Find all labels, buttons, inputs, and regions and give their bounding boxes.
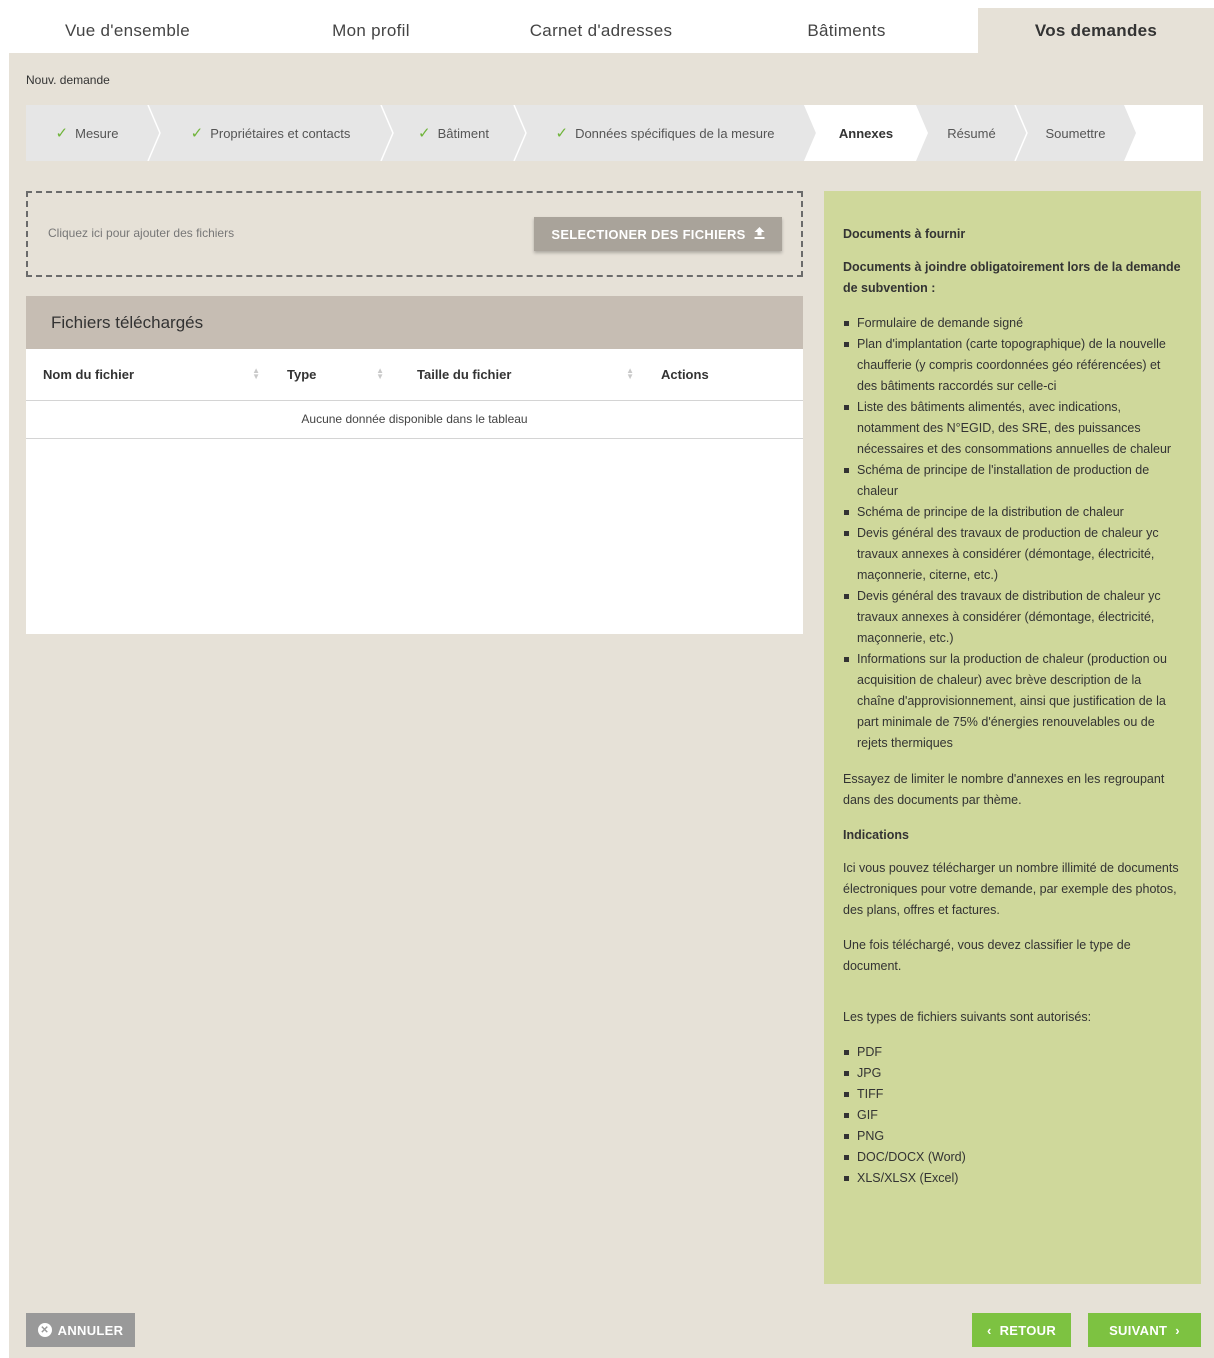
back-label: RETOUR [999, 1322, 1057, 1338]
list-item: Formulaire de demande signé [843, 313, 1181, 334]
list-item: PNG [843, 1126, 1181, 1147]
breadcrumb[interactable]: Nouv. demande [26, 73, 110, 87]
list-item: Devis général des travaux de distributio… [843, 586, 1181, 649]
cancel-button[interactable]: ✕ ANNULER [26, 1313, 135, 1347]
wizard-stepper: ✓ Mesure ✓ Propriétaires et contacts ✓ B… [26, 105, 1203, 161]
step-measure-data[interactable]: ✓ Données spécifiques de la mesure [526, 105, 804, 161]
info-heading: Documents à fournir [843, 227, 966, 241]
step-building[interactable]: ✓ Bâtiment [393, 105, 514, 161]
step-label: Soumettre [1045, 125, 1106, 141]
uploaded-files-panel: Fichiers téléchargés Nom du fichier ▲ ▼ T… [26, 296, 803, 634]
files-table: Nom du fichier ▲ ▼ Type ▲ ▼ Taille du fich… [26, 349, 803, 439]
step-label: Propriétaires et contacts [210, 125, 351, 141]
list-item: PDF [843, 1042, 1181, 1063]
tab-buildings[interactable]: Bâtiments [715, 8, 978, 53]
check-icon: ✓ [55, 125, 69, 142]
list-item: XLS/XLSX (Excel) [843, 1168, 1181, 1189]
indications-heading: Indications [843, 828, 909, 842]
column-label: Type [287, 366, 317, 382]
column-label: Taille du fichier [417, 366, 512, 382]
list-item: DOC/DOCX (Word) [843, 1147, 1181, 1168]
column-type[interactable]: Type ▲ ▼ [270, 349, 394, 401]
column-filename[interactable]: Nom du fichier ▲ ▼ [26, 349, 270, 401]
empty-table-message: Aucune donnée disponible dans le tableau [26, 400, 803, 439]
top-navigation: Vue d'ensemble Mon profil Carnet d'adres… [0, 8, 1214, 53]
next-label: SUIVANT [1109, 1322, 1168, 1338]
main-content: Nouv. demande ✓ Mesure ✓ Propriétaires e… [9, 53, 1214, 1358]
back-button[interactable]: ‹ RETOUR [972, 1313, 1071, 1347]
list-item: Informations sur la production de chaleu… [843, 649, 1181, 754]
step-summary[interactable]: Résumé [928, 105, 1015, 161]
next-button[interactable]: SUIVANT › [1088, 1313, 1201, 1347]
list-item: Schéma de principe de la distribution de… [843, 502, 1181, 523]
list-item: Plan d'implantation (carte topographique… [843, 334, 1181, 397]
uploaded-files-title: Fichiers téléchargés [26, 296, 803, 349]
dropzone-hint: Cliquez ici pour ajouter des fichiers [48, 226, 235, 240]
table-row: Aucune donnée disponible dans le tableau [26, 400, 803, 439]
column-filesize[interactable]: Taille du fichier ▲ ▼ [394, 349, 644, 401]
sort-icon: ▲ ▼ [376, 366, 384, 381]
select-files-label: SELECTIONER DES FICHIERS [551, 226, 746, 242]
step-measure[interactable]: ✓ Mesure [26, 105, 148, 161]
file-types-list: PDF JPG TIFF GIF PNG DOC/DOCX (Word) XLS… [843, 1042, 1181, 1189]
step-label: Données spécifiques de la mesure [575, 125, 775, 141]
sort-icon: ▲ ▼ [626, 366, 634, 381]
list-item: Devis général des travaux de production … [843, 523, 1181, 586]
list-item: GIF [843, 1105, 1181, 1126]
list-item: JPG [843, 1063, 1181, 1084]
select-files-button[interactable]: SELECTIONER DES FICHIERS [534, 217, 782, 251]
tab-requests[interactable]: Vos demandes [978, 8, 1214, 53]
column-label: Actions [661, 366, 709, 382]
upload-icon [754, 226, 765, 242]
tab-overview[interactable]: Vue d'ensemble [0, 8, 255, 53]
indications-text: Une fois téléchargé, vous devez classifi… [843, 938, 1131, 973]
tab-address-book[interactable]: Carnet d'adresses [487, 8, 715, 53]
step-annexes[interactable]: Annexes [816, 105, 916, 161]
step-owners-contacts[interactable]: ✓ Propriétaires et contacts [160, 105, 381, 161]
step-label: Bâtiment [437, 125, 489, 141]
column-actions: Actions [644, 349, 803, 401]
info-panel: Documents à fournir Documents à joindre … [824, 191, 1201, 1284]
tab-profile[interactable]: Mon profil [255, 8, 487, 53]
step-label: Résumé [947, 125, 996, 141]
sort-icon: ▲ ▼ [252, 366, 260, 381]
step-submit[interactable]: Soumettre [1027, 105, 1124, 161]
file-types-intro: Les types de fichiers suivants sont auto… [843, 1010, 1092, 1024]
check-icon: ✓ [418, 125, 431, 142]
step-label: Annexes [838, 125, 894, 141]
list-item: TIFF [843, 1084, 1181, 1105]
check-icon: ✓ [555, 125, 569, 142]
limit-note: Essayez de limiter le nombre d'annexes e… [843, 772, 1165, 807]
list-item: Liste des bâtiments alimentés, avec indi… [843, 397, 1181, 460]
check-icon: ✓ [190, 125, 204, 142]
step-label: Mesure [75, 125, 119, 141]
close-icon: ✕ [37, 1323, 52, 1337]
cancel-label: ANNULER [57, 1322, 124, 1338]
chevron-right-icon: › [1175, 1322, 1180, 1338]
documents-list: Formulaire de demande signé Plan d'impla… [843, 313, 1181, 754]
column-label: Nom du fichier [43, 366, 135, 382]
list-item: Schéma de principe de l'installation de … [843, 460, 1181, 502]
file-dropzone[interactable]: Cliquez ici pour ajouter des fichiers SE… [26, 191, 803, 277]
chevron-left-icon: ‹ [986, 1322, 992, 1338]
indications-text: Ici vous pouvez télécharger un nombre il… [843, 861, 1179, 917]
info-intro: Documents à joindre obligatoirement lors… [843, 260, 1181, 295]
